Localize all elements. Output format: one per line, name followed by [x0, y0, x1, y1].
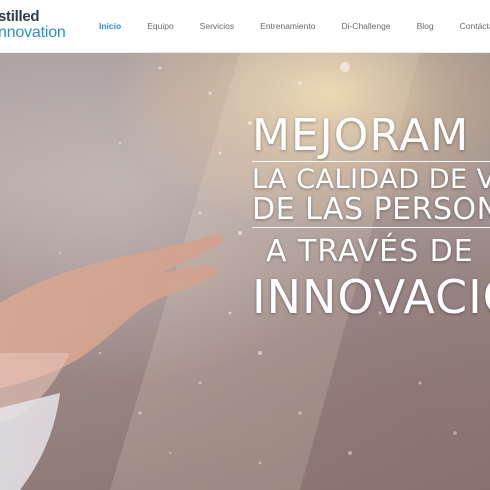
- main-nav: Inicio Equipo Servicios Entrenamiento Di…: [99, 21, 490, 31]
- headline-line-4: A TRAVÉS DE: [266, 234, 474, 269]
- hero-headline: MEJORAM LA CALIDAD DE V DE LAS PERSON A …: [252, 113, 490, 322]
- headline-line-1: MEJORAM: [252, 110, 470, 161]
- headline-line-2: LA CALIDAD DE V: [252, 164, 490, 195]
- headline-line-3: DE LAS PERSON: [252, 192, 490, 227]
- nav-item-servicios[interactable]: Servicios: [200, 21, 234, 31]
- hero-banner: MEJORAM LA CALIDAD DE V DE LAS PERSON A …: [0, 53, 490, 490]
- headline-divider: [252, 227, 490, 228]
- nav-item-inicio[interactable]: Inicio: [99, 21, 121, 31]
- headline-line-5: INNOVACIO: [252, 270, 490, 324]
- logo-text-bottom: nnovation: [0, 24, 66, 41]
- nav-item-contactanos[interactable]: Contáctanos: [460, 21, 490, 31]
- nav-item-equipo[interactable]: Equipo: [147, 21, 173, 31]
- nav-item-entrenamiento[interactable]: Entrenamiento: [260, 21, 315, 31]
- headline-divider: [252, 161, 490, 162]
- site-header: stilled nnovation Inicio Equipo Servicio…: [0, 0, 490, 53]
- logo-text-top: stilled: [0, 8, 40, 25]
- nav-item-di-challenge[interactable]: Di-Challenge: [341, 21, 390, 31]
- nav-item-blog[interactable]: Blog: [417, 21, 434, 31]
- site-logo[interactable]: stilled nnovation: [0, 9, 66, 41]
